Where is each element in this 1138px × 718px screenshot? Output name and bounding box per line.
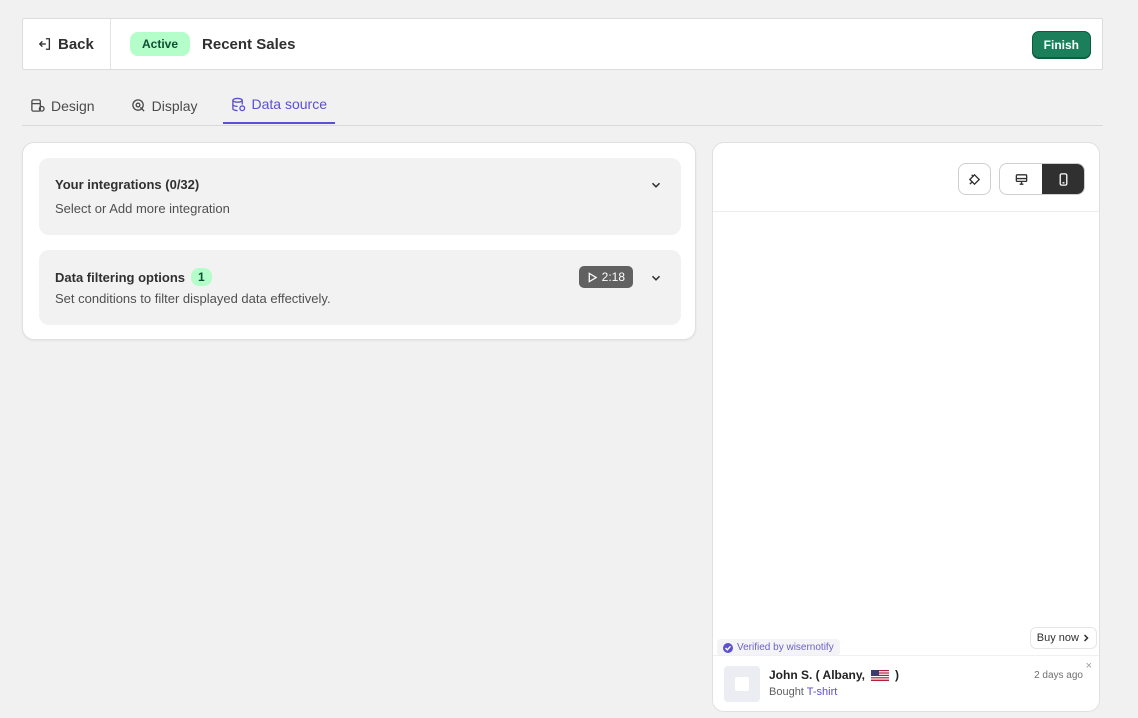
tab-design-label: Design bbox=[51, 97, 95, 114]
mobile-icon bbox=[1059, 172, 1067, 186]
design-icon bbox=[31, 99, 45, 112]
integrations-subtitle: Select or Add more integration bbox=[55, 201, 230, 216]
desktop-icon bbox=[1015, 173, 1027, 185]
tab-display[interactable]: Display bbox=[123, 86, 206, 125]
customer-name-row: John S. ( Albany, ) bbox=[769, 668, 899, 682]
tab-data-source-label: Data source bbox=[251, 96, 327, 112]
top-bar: Back Active Recent Sales Finish bbox=[22, 18, 1103, 70]
back-label: Back bbox=[58, 35, 94, 53]
back-button[interactable]: Back bbox=[23, 19, 111, 69]
verified-label: Verified by wisernotify bbox=[737, 642, 834, 653]
video-tutorial-button[interactable]: 2:18 bbox=[578, 266, 633, 288]
display-icon bbox=[131, 99, 145, 112]
finish-button[interactable]: Finish bbox=[1031, 31, 1091, 59]
bought-line: Bought T-shirt bbox=[769, 686, 837, 698]
filtering-title-row: Data filtering options 1 bbox=[55, 268, 212, 286]
filter-count-badge: 1 bbox=[191, 268, 212, 286]
buy-now-label: Buy now bbox=[1036, 632, 1079, 644]
device-toggle bbox=[999, 163, 1085, 195]
database-icon bbox=[231, 97, 245, 111]
tab-display-label: Display bbox=[151, 97, 198, 114]
desktop-view-button[interactable] bbox=[1000, 164, 1042, 194]
us-flag-icon bbox=[871, 669, 890, 681]
integrations-card[interactable]: Your integrations (0/32) Select or Add m… bbox=[39, 158, 681, 235]
chevron-down-icon[interactable] bbox=[649, 271, 663, 285]
verified-badge: Verified by wisernotify bbox=[717, 639, 840, 656]
check-circle-icon bbox=[723, 642, 733, 653]
filtering-title: Data filtering options bbox=[55, 269, 185, 285]
preview-toolbar bbox=[713, 143, 1099, 212]
notification-time: 2 days ago bbox=[1034, 670, 1083, 681]
tab-data-source[interactable]: Data source bbox=[222, 86, 335, 124]
chevron-down-icon[interactable] bbox=[649, 178, 663, 192]
integrations-title: Your integrations (0/32) bbox=[55, 177, 200, 192]
customer-name-suffix: ) bbox=[895, 668, 900, 682]
play-icon bbox=[588, 271, 598, 283]
page-title: Recent Sales bbox=[202, 35, 296, 53]
mobile-view-button[interactable] bbox=[1042, 164, 1084, 194]
tab-design[interactable]: Design bbox=[22, 86, 103, 125]
exit-icon bbox=[38, 38, 51, 50]
sales-notification[interactable]: John S. ( Albany, ) Bought T-shirt 2 day… bbox=[713, 655, 1099, 711]
bought-prefix: Bought bbox=[769, 686, 804, 698]
preview-panel: Buy now Verified by wisernotify John S. … bbox=[712, 142, 1100, 712]
data-source-panel: Your integrations (0/32) Select or Add m… bbox=[22, 142, 696, 340]
chevron-right-icon bbox=[1083, 634, 1089, 642]
filtering-card[interactable]: Data filtering options 1 Set conditions … bbox=[39, 250, 681, 325]
close-icon[interactable]: × bbox=[1086, 660, 1092, 672]
product-name[interactable]: T-shirt bbox=[807, 686, 838, 698]
paint-bucket-icon bbox=[968, 173, 981, 185]
filtering-subtitle: Set conditions to filter displayed data … bbox=[55, 291, 331, 306]
customer-name: John S. ( Albany, bbox=[769, 668, 866, 682]
tab-bar: Design Display Data source bbox=[22, 86, 1103, 126]
reset-preview-button[interactable] bbox=[958, 163, 991, 195]
product-thumbnail bbox=[724, 666, 760, 702]
video-duration: 2:18 bbox=[601, 270, 625, 284]
buy-now-button[interactable]: Buy now bbox=[1029, 627, 1097, 649]
status-badge: Active bbox=[130, 32, 191, 56]
